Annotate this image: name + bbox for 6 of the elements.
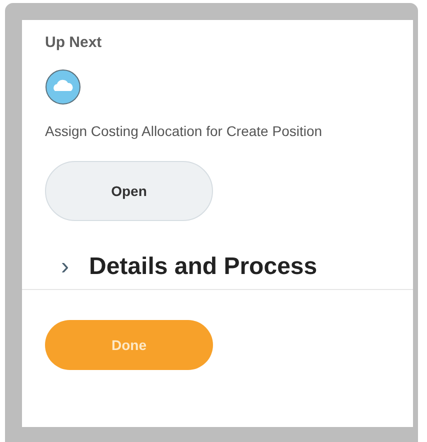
open-button[interactable]: Open — [45, 161, 213, 221]
task-title: Assign Costing Allocation for Create Position — [45, 123, 322, 139]
chevron-icon[interactable]: › — [61, 255, 69, 279]
heading: Up Next — [45, 34, 102, 51]
section-title[interactable]: Details and Process — [89, 253, 318, 281]
cloud-avatar-icon — [45, 69, 81, 105]
